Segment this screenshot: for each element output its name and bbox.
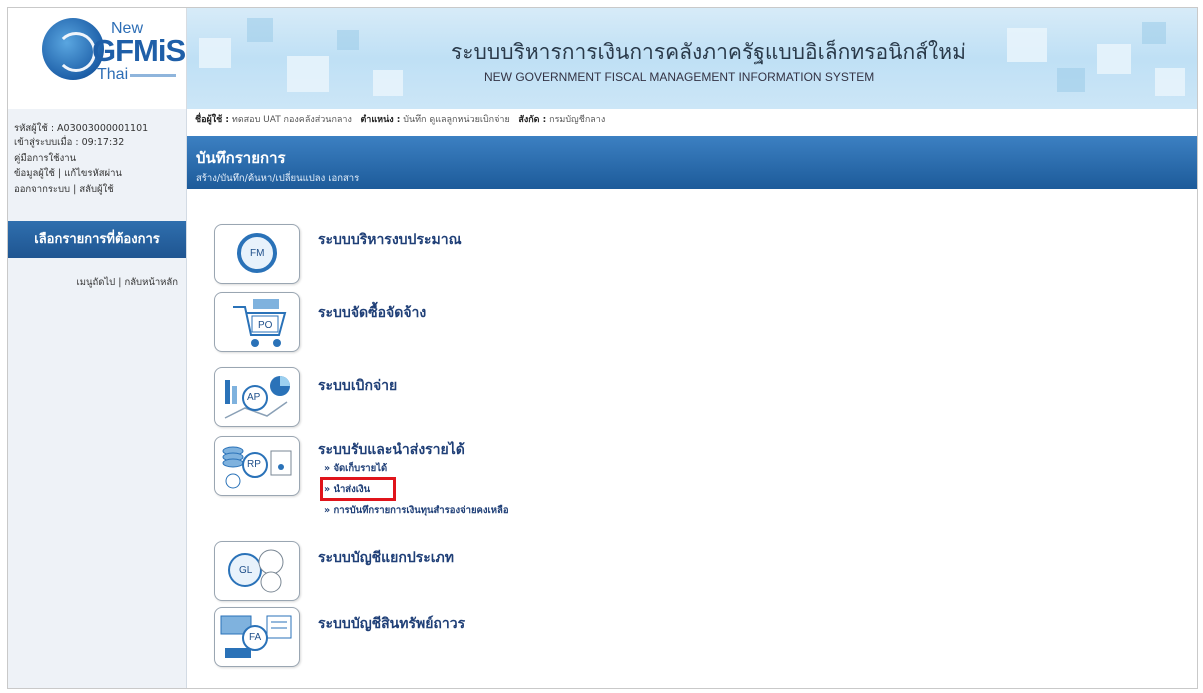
header: New GFMiS Thai ระบบบริหารการเงินการคลังภ… [8,8,1197,109]
page-title: บันทึกรายการ [196,149,286,167]
main-content: ชื่อผู้ใช้ : ทดสอบ UAT กองคลังส่วนกลาง ต… [187,109,1197,688]
gl-code: GL [239,565,253,576]
rp-module-icon[interactable]: RP [214,436,300,496]
ap-module-icon[interactable]: AP [214,367,300,427]
ap-module-link[interactable]: ระบบเบิกจ่าย [318,375,397,397]
page-subtitle: สร้าง/บันทึก/ค้นหา/เปลี่ยนแปลง เอกสาร [196,173,360,184]
gfmis-logo[interactable]: New GFMiS Thai [8,8,187,109]
revenue-collection-link[interactable]: » จัดเก็บรายได้ [324,461,387,476]
rp-module-link[interactable]: ระบบรับและนำส่งรายได้ [318,439,465,461]
gl-module-link[interactable]: ระบบบัญชีแยกประเภท [318,547,454,569]
logo-underline [130,74,176,77]
logo-thai-text: Thai [97,66,129,83]
fa-module-icon[interactable]: FA [214,607,300,667]
left-sidebar: รหัสผู้ใช้ : A03003000001101 เข้าสู่ระบบ… [8,109,187,688]
fa-code: FA [249,632,262,643]
switch-user-link[interactable]: สลับผู้ใช้ [79,184,113,195]
fm-module-icon[interactable]: FM [214,224,300,284]
po-module-icon[interactable]: PO [214,292,300,352]
header-banner: ระบบบริหารการเงินการคลังภาครัฐแบบอิเล็กท… [187,8,1197,109]
home-link[interactable]: กลับหน้าหลัก [124,277,178,288]
shopping-cart-icon [233,299,287,347]
name-label: ชื่อผู้ใช้ : [195,115,230,125]
logo-gfmis-text: GFMiS [92,33,186,68]
separator: | [118,277,122,288]
user-manual-link[interactable]: คู่มือการใช้งาน [14,153,76,164]
fm-code: FM [250,248,265,259]
highlight-box [320,477,396,501]
separator: | [57,168,62,179]
reserve-fund-link[interactable]: » การบันทึกรายการเงินทุนสำรองจ่ายคงเหลือ [324,503,509,518]
name-value: ทดสอบ UAT กองคลังส่วนกลาง [231,115,352,125]
next-menu-link[interactable]: เมนูถัดไป [76,277,115,288]
rp-code: RP [247,459,261,470]
page-frame: New GFMiS Thai ระบบบริหารการเงินการคลังภ… [7,7,1198,689]
separator: | [73,184,77,195]
page-title-bar: บันทึกรายการ สร้าง/บันทึก/ค้นหา/เปลี่ยนแ… [187,136,1197,189]
ap-code: AP [247,392,261,403]
menu-heading: เลือกรายการที่ต้องการ [8,221,186,258]
user-info-bar: ชื่อผู้ใช้ : ทดสอบ UAT กองคลังส่วนกลาง ต… [187,109,1197,137]
ledger-icon [228,549,284,593]
org-label: สังกัด : [518,115,547,125]
logout-link[interactable]: ออกจากระบบ [14,184,70,195]
fa-module-link[interactable]: ระบบบัญชีสินทรัพย์ถาวร [318,613,465,635]
user-info-link[interactable]: ข้อมูลผู้ใช้ [14,168,55,179]
menu-navigation: เมนูถัดไป | กลับหน้าหลัก [76,275,178,290]
position-value: บันทึก ดูแลลูกหน่วยเบิกจ่าย [403,115,510,125]
login-time: เข้าสู่ระบบเมื่อ : 09:17:32 [14,137,125,148]
system-title-thai: ระบบบริหารการเงินการคลังภาครัฐแบบอิเล็กท… [451,40,966,64]
org-value: กรมบัญชีกลาง [549,115,606,125]
position-label: ตำแหน่ง : [360,115,401,125]
system-title-english: NEW GOVERNMENT FISCAL MANAGEMENT INFORMA… [484,70,875,84]
po-module-link[interactable]: ระบบจัดซื้อจัดจ้าง [318,302,426,324]
po-code: PO [258,320,273,331]
edit-password-link[interactable]: แก้ไขรหัสผ่าน [64,168,122,179]
fm-module-link[interactable]: ระบบบริหารงบประมาณ [318,229,462,251]
user-code: รหัสผู้ใช้ : A03003000001101 [14,123,149,134]
gl-module-icon[interactable]: GL [214,541,300,601]
